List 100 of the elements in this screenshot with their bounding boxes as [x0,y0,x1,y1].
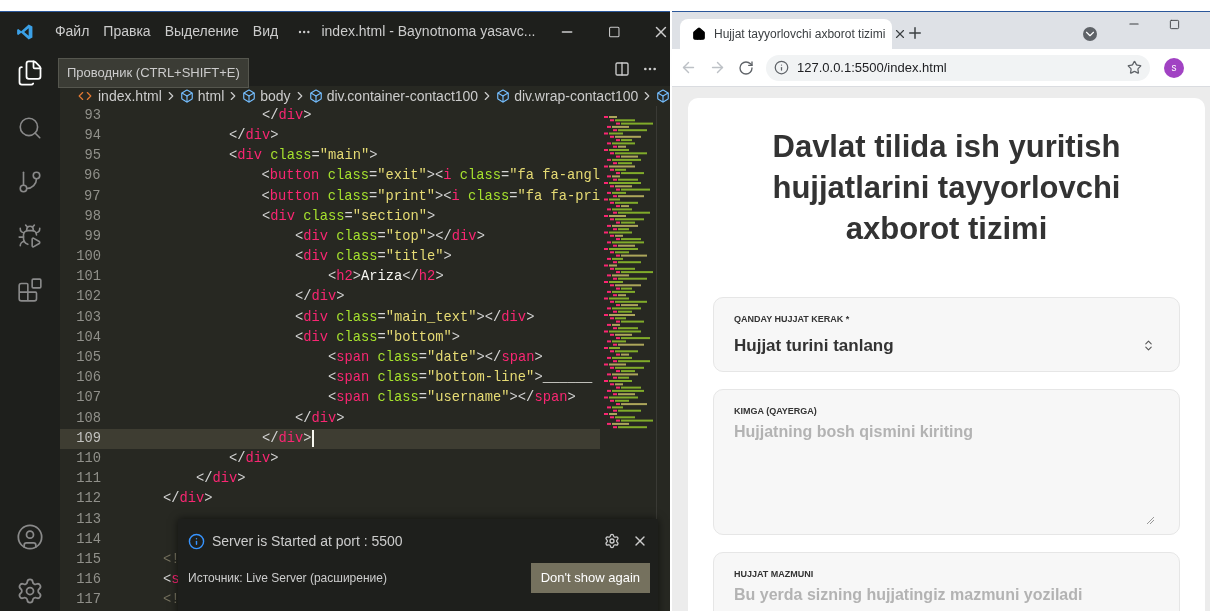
code-line: </div> [162,490,213,509]
line-number: 100 [75,248,101,267]
menu-item[interactable]: Правка [96,21,158,42]
profile-avatar[interactable]: s [1164,57,1184,78]
select-field[interactable]: QANDAY HUJJAT KERAK * Hujjat turini tanlang [713,297,1180,372]
page-heading: Davlat tilida ish yuritish hujjatlarini tayyorlovchi axborot tizimi [771,128,1122,248]
line-number: 113 [75,510,101,529]
window-title: index.html - Baynotnoma yasavc... [321,22,536,41]
field-label: KIMGA (QAYERGA) [734,406,818,417]
home-icon [692,27,706,41]
breadcrumb-item[interactable]: div.wrap-contact100 [514,86,639,106]
element-icon [496,89,511,103]
code-line: <h2>Ariza</h2> [327,268,444,287]
line-number: 106 [75,369,101,388]
tooltip: Проводник (CTRL+SHIFT+E) [58,58,249,88]
line-number: 99 [83,227,101,246]
code-line: <span class="username"></span> [327,389,576,408]
address-bar[interactable]: 127.0.0.1:5500/index.html [766,54,1150,81]
line-number: 112 [75,490,101,509]
code-line: <button class="print"><i class="fa fa-pri [260,187,600,206]
line-number: 115 [75,550,101,569]
line-number: 107 [75,389,101,408]
text-cursor [311,429,314,447]
dont-show-again-button[interactable]: Don't show again [530,563,650,593]
line-number: 94 [83,126,101,145]
line-number: 117 [75,591,101,610]
url-text: 127.0.0.1:5500/index.html [797,58,947,77]
breadcrumb-item[interactable]: div.container-contact100 [326,86,479,106]
line-number: 97 [83,187,101,206]
site-info-icon[interactable] [774,60,789,75]
code-line: <div class="title"> [294,248,452,267]
bookmark-star-icon[interactable] [1127,60,1142,75]
files-icon[interactable] [16,59,44,87]
field-label: HUJJAT MAZMUNI [734,569,815,580]
field-label: QANDAY HUJJAT KERAK * [734,314,851,325]
code-line: </div> [195,470,246,489]
line-number: 104 [75,328,101,347]
menu-item[interactable]: Выделение [157,21,246,42]
code-line: </div> [228,126,279,145]
element-icon [242,89,257,103]
code-line: </div> [261,428,314,449]
text-area-field[interactable]: KIMGA (QAYERGA) Hujjatning bosh qismini kiriting [713,389,1180,535]
html-file-icon [78,89,92,103]
settings-icon[interactable] [16,577,44,605]
code-line: <s [162,571,180,590]
line-number: 109 [75,429,101,448]
resize-handle-icon [1146,516,1154,524]
line-number: 101 [75,268,101,287]
tab-search-icon[interactable] [1083,27,1097,41]
code-line: <div class="section"> [261,207,436,226]
code-line: <button class="exit"><i class="fa fa-angl [260,167,600,186]
element-icon [656,89,670,103]
code-line: </div> [294,288,345,307]
line-number: 98 [83,207,101,226]
placeholder-text: Bu yerda sizning hujjatingiz mazmuni yoziladi [734,586,1084,604]
maximize-icon[interactable] [607,24,621,39]
line-number: 96 [83,167,101,186]
line-number: 103 [75,308,101,327]
breadcrumb-item[interactable]: body [260,86,291,106]
line-number: 114 [75,530,101,549]
code-line: <div class="main"> [228,147,378,166]
menu-item[interactable]: Файл [47,21,97,42]
line-number: 116 [75,571,101,590]
select-arrows-icon [1142,339,1155,353]
text-area-field[interactable]: HUJJAT MAZMUNI Bu yerda sizning hujjatingiz mazmuni yoziladi [713,552,1180,611]
line-number: 110 [75,449,101,468]
search-icon[interactable] [17,115,43,141]
notification-message: Server is Started at port : 5500 [212,531,403,551]
maximize-icon[interactable] [1169,19,1180,30]
extensions-icon[interactable] [17,277,43,303]
line-number: 93 [83,106,101,125]
select-value: Hujjat turini tanlang [734,335,894,357]
code-line: <div class="top"></div> [294,227,485,246]
line-number: 102 [75,288,101,307]
line-number: 105 [75,349,101,368]
code-line: </div> [261,106,312,125]
menu-item[interactable]: Вид [245,21,286,42]
element-icon [179,89,194,103]
branch-icon[interactable] [17,169,43,195]
split-editor-icon[interactable] [614,60,630,77]
account-icon[interactable] [16,523,44,551]
reload-icon[interactable] [738,59,754,76]
code-line: <div class="bottom"> [294,328,461,347]
new-tab-icon[interactable] [906,24,924,42]
code-line: <! [162,550,180,569]
placeholder-text: Hujjatning bosh qismini kiriting [734,423,975,441]
code-line: </div> [294,409,345,428]
settings-icon[interactable] [604,533,620,549]
code-line: <span class="bottom-line">______ [327,369,593,388]
code-line: <div class="main_text"></div> [294,308,535,327]
code-line: </div> [228,449,279,468]
info-icon [188,532,205,550]
code-line: <! [162,591,180,610]
breadcrumb-item[interactable]: html [197,86,225,106]
code-line: <span class="date"></span> [327,349,543,368]
line-number: 95 [83,147,101,166]
run-debug-icon[interactable] [17,223,43,249]
notification-source: Источник: Live Server (расширение) [188,569,387,587]
line-number: 108 [75,409,101,428]
breadcrumb-item[interactable]: index.html [98,86,162,106]
